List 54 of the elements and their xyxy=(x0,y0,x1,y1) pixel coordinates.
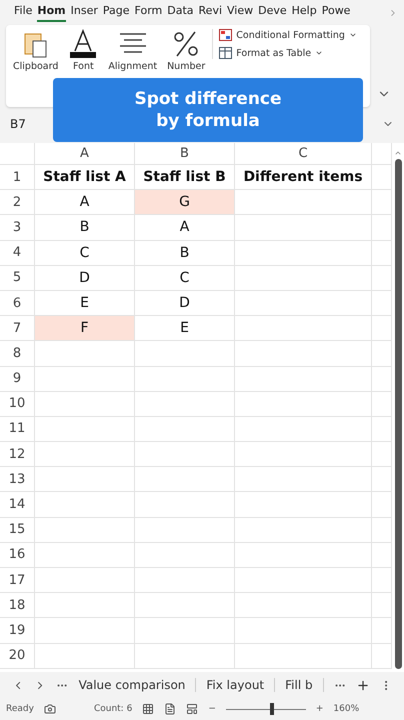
zoom-slider-thumb[interactable] xyxy=(270,703,274,715)
sheet-tab[interactable]: Fix layout xyxy=(206,678,276,692)
ribbon-tab[interactable]: Deve xyxy=(258,4,287,22)
ribbon-tab[interactable]: Powe xyxy=(322,4,350,22)
table-cell: D xyxy=(35,266,135,291)
name-box[interactable]: B7 xyxy=(10,117,26,131)
ribbon-group-button[interactable]: Font xyxy=(65,29,102,72)
ribbon-tab[interactable]: Help xyxy=(292,4,317,22)
caret-icon xyxy=(315,49,324,57)
table-cell: Staff list B xyxy=(135,165,235,190)
ribbon-group-button[interactable]: Clipboard xyxy=(10,29,62,72)
title-banner: Spot difference by formula xyxy=(53,78,363,142)
caret-icon xyxy=(348,31,357,39)
table-cell: A xyxy=(135,215,235,241)
ribbon-tab[interactable]: Revi xyxy=(198,4,222,22)
scroll-up-icon[interactable] xyxy=(394,149,402,157)
table-icon xyxy=(219,47,232,59)
table-cell: C xyxy=(135,266,235,291)
zoom-in-button[interactable]: + xyxy=(316,704,324,714)
table-cell: A xyxy=(35,190,135,216)
zoom-level-text: 160% xyxy=(333,704,360,714)
ribbon-tab[interactable]: View xyxy=(227,4,254,22)
table-cell: G xyxy=(135,190,235,216)
font-color-icon xyxy=(68,29,98,59)
count-text: Count: 6 xyxy=(94,704,132,714)
table-cell: B xyxy=(35,215,135,241)
sheet-tab[interactable]: Value comparison xyxy=(78,678,196,692)
table-cell: E xyxy=(135,316,235,342)
ribbon-group-button[interactable]: Number xyxy=(164,29,208,72)
ribbon-tab[interactable]: Form xyxy=(134,4,162,22)
ribbon-group-button[interactable]: Alignment xyxy=(105,29,160,72)
ribbon-tab[interactable]: Inser xyxy=(70,4,98,22)
table-cell: D xyxy=(135,290,235,316)
conditional-formatting-icon xyxy=(219,29,232,41)
ribbon-tab[interactable]: Hom xyxy=(37,4,66,22)
table-cell: C xyxy=(35,240,135,266)
status-text: Ready xyxy=(6,704,34,714)
table-cell: Different items xyxy=(235,165,372,190)
table-cell: E xyxy=(35,290,135,316)
zoom-out-button[interactable]: − xyxy=(208,704,216,714)
ribbon-command[interactable]: Conditional Formatting xyxy=(219,29,357,41)
ribbon-tab[interactable]: File xyxy=(14,4,32,22)
page-break-icon[interactable] xyxy=(186,703,198,715)
ribbon-tab[interactable]: Page xyxy=(102,4,130,22)
table-cell: Staff list A xyxy=(35,165,135,190)
normal-view-icon[interactable] xyxy=(142,703,154,715)
table-cell: F xyxy=(35,316,135,342)
ribbon-command[interactable]: Format as Table xyxy=(219,47,357,59)
scrollbar-thumb[interactable] xyxy=(394,159,402,669)
sheet-tab[interactable]: Fill b xyxy=(285,678,324,692)
camera-icon[interactable] xyxy=(44,703,56,715)
ribbon-tab[interactable]: Data xyxy=(167,4,194,22)
table-cell: B xyxy=(135,240,235,266)
page-layout-icon[interactable] xyxy=(164,703,176,715)
